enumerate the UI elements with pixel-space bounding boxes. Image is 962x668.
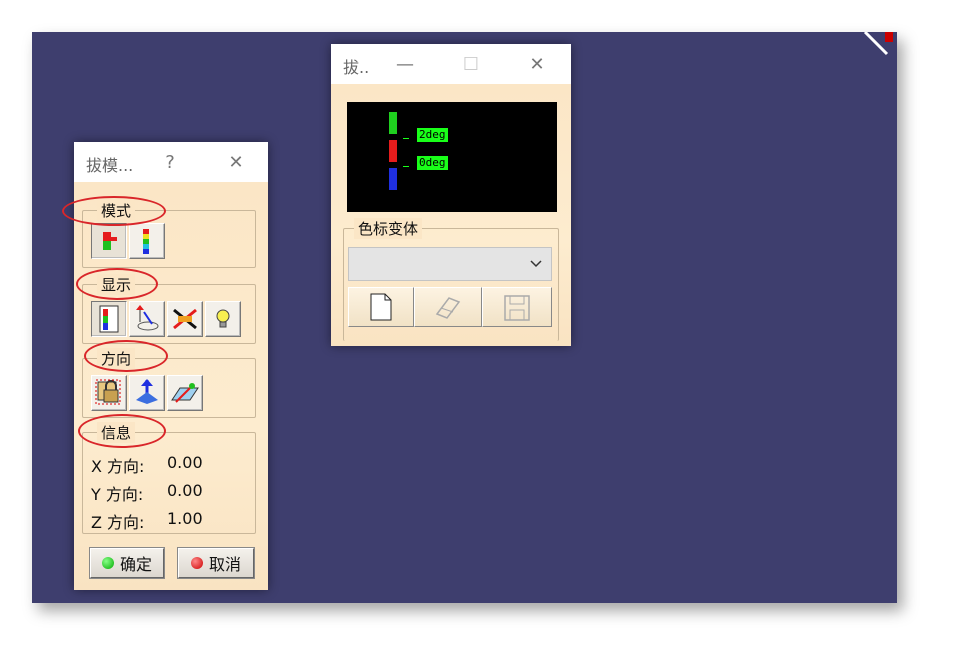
color-scale-dialog: 拔.. — ☐ ✕ 2deg 0deg 色标变体	[331, 44, 571, 346]
legend-tick	[403, 138, 409, 139]
info-group: 信息 X 方向: 0.00 Y 方向: 0.00 Z 方向: 1.00	[82, 422, 256, 534]
ok-icon	[101, 557, 114, 569]
full-analysis-icon	[143, 229, 149, 254]
compass-direction-button[interactable]	[129, 375, 165, 411]
y-direction-value: 0.00	[167, 481, 203, 500]
z-direction-label: Z 方向:	[91, 513, 145, 532]
color-scale-button[interactable]	[91, 301, 127, 337]
legend-green-segment	[389, 112, 397, 134]
cancel-button[interactable]: 取消	[177, 547, 255, 579]
display-highlight-ellipse	[76, 268, 158, 300]
color-scale-preview: 2deg 0deg	[347, 102, 557, 212]
color-scale-icon	[99, 305, 119, 333]
legend-red-segment	[389, 140, 397, 162]
close-button[interactable]: ✕	[218, 142, 254, 182]
z-direction-row: Z 方向: 1.00	[91, 509, 203, 533]
cancel-label: 取消	[208, 555, 241, 574]
quick-analysis-button[interactable]	[91, 223, 127, 259]
cross-out-icon	[173, 308, 197, 330]
y-direction-row: Y 方向: 0.00	[91, 481, 203, 505]
y-direction-label: Y 方向:	[91, 485, 144, 504]
on-the-fly-icon	[136, 305, 159, 331]
x-direction-label: X 方向:	[91, 457, 145, 476]
compass-direction-icon	[136, 379, 158, 404]
help-button[interactable]: ?	[152, 142, 188, 182]
x-direction-value: 0.00	[167, 453, 203, 472]
variant-group-label: 色标变体	[354, 218, 423, 239]
chevron-down-icon	[530, 260, 542, 268]
mode-highlight-ellipse	[62, 196, 166, 226]
new-variant-button[interactable]	[348, 287, 414, 327]
cancel-icon	[190, 557, 203, 569]
legend-tick	[403, 166, 409, 167]
quick-analysis-icon	[103, 232, 117, 250]
ok-button[interactable]: 确定	[89, 547, 165, 579]
color-scale-body: 2deg 0deg 色标变体	[331, 84, 571, 346]
variant-dropdown[interactable]	[348, 247, 552, 281]
z-direction-value: 1.00	[167, 509, 203, 528]
dialog-title: 拔模...	[86, 156, 134, 175]
color-scale-close-button[interactable]: ✕	[519, 44, 555, 84]
variant-group: 色标变体	[343, 218, 559, 341]
minimize-button[interactable]: —	[387, 44, 423, 84]
plane-direction-button[interactable]	[167, 375, 203, 411]
legend-blue-segment	[389, 168, 397, 190]
full-analysis-button[interactable]	[129, 223, 165, 259]
eraser-icon	[435, 297, 461, 319]
light-bulb-button[interactable]	[205, 301, 241, 337]
ok-label: 确定	[119, 555, 152, 574]
info-highlight-ellipse	[78, 414, 166, 448]
maximize-button[interactable]: ☐	[453, 44, 489, 84]
x-direction-row: X 方向: 0.00	[91, 453, 203, 477]
lock-direction-button[interactable]	[91, 375, 127, 411]
save-variant-button[interactable]	[482, 287, 552, 327]
plane-direction-icon	[171, 383, 199, 403]
light-bulb-icon	[216, 309, 230, 328]
cross-out-button[interactable]	[167, 301, 203, 337]
erase-variant-button[interactable]	[414, 287, 482, 327]
color-scale-title-bar[interactable]: 拔.. — ☐ ✕	[331, 44, 571, 84]
legend-value-lower: 0deg	[417, 156, 448, 170]
direction-highlight-ellipse	[84, 340, 168, 372]
draft-analysis-dialog: 拔模... ? ✕ 模式 显示 方向 信息 X 方向: 0.00 Y 方向: 0…	[62, 142, 268, 590]
title-bar[interactable]: 拔模... ? ✕	[74, 142, 268, 182]
legend-value-upper: 2deg	[417, 128, 448, 142]
compass-fragment	[863, 32, 893, 56]
save-icon	[504, 295, 530, 321]
lock-direction-icon	[95, 379, 121, 405]
new-icon	[370, 293, 392, 321]
color-scale-title: 拔..	[343, 58, 370, 77]
on-the-fly-button[interactable]	[129, 301, 165, 337]
dialog-body: 模式 显示 方向 信息 X 方向: 0.00 Y 方向: 0.00 Z 方向: …	[62, 182, 268, 590]
